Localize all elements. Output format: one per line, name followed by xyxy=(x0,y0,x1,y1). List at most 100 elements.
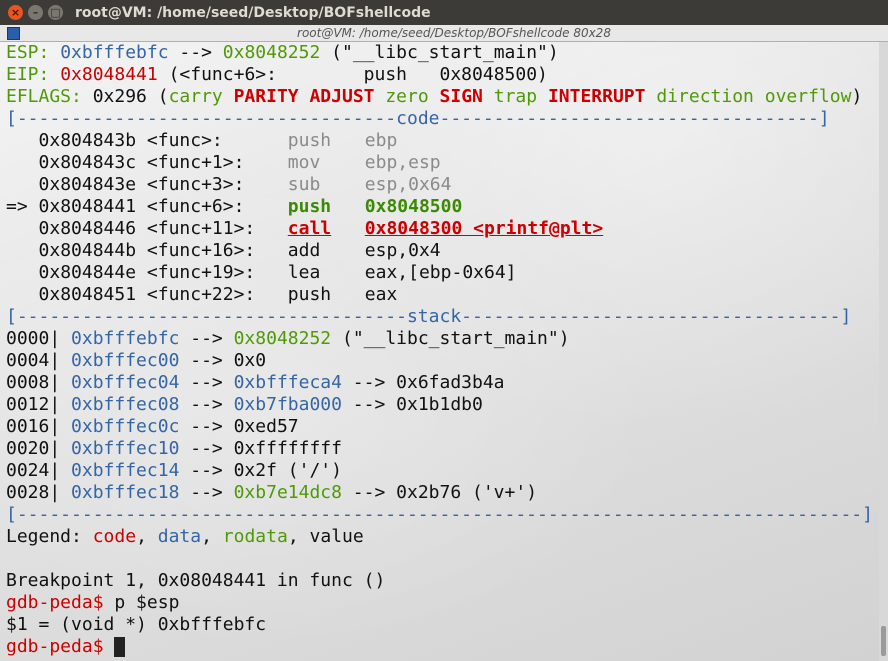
terminal-icon[interactable] xyxy=(7,26,20,40)
command-text: p $esp xyxy=(103,592,180,613)
command-line-2[interactable]: gdb-peda$ xyxy=(0,636,879,658)
disasm-opcode: add xyxy=(287,240,321,261)
stack-offset: 0000| xyxy=(6,328,61,349)
disasm-opcode: sub xyxy=(287,174,321,195)
disasm-address: 0x8048446 xyxy=(38,218,137,239)
stack-value: 0x0 xyxy=(233,350,267,371)
disasm-line: 0x804843e <func+3>: sub esp,0x64 xyxy=(0,174,879,196)
disasm-marker xyxy=(6,218,39,239)
stack-value: 0x2f ('/') xyxy=(233,460,342,481)
eflags-value: 0x296 ( xyxy=(81,86,169,107)
disasm-args: ebp,esp xyxy=(364,152,441,173)
minimize-icon: – xyxy=(32,6,39,19)
code-lines: 0x804843b <func>: push ebp 0x804843c <fun… xyxy=(0,130,879,306)
stack-value: 0x8048252 xyxy=(233,328,332,349)
stack-arrow: --> xyxy=(179,438,234,459)
stack-arrow: --> xyxy=(179,460,234,481)
terminal-header: root@VM: /home/seed/Desktop/BOFshellcode… xyxy=(0,25,888,42)
eflag-direction: direction xyxy=(656,86,754,107)
stack-value: 0xffffffff xyxy=(233,438,342,459)
stack-arrow: --> xyxy=(179,482,234,503)
stack-value: 0xbfffeca4 xyxy=(233,372,342,393)
eflag-overflow: overflow xyxy=(764,86,852,107)
stack-value: 0xed57 xyxy=(233,416,299,437)
esp-label: ESP: xyxy=(6,42,50,63)
stack-offset: 0020| xyxy=(6,438,61,459)
terminal-output[interactable]: ESP: 0xbfffebfc --> 0x8048252 ("__libc_s… xyxy=(0,42,879,661)
disasm-opcode: call xyxy=(287,218,332,239)
disasm-args: eax,[ebp-0x64] xyxy=(364,262,517,283)
disasm-args: 0x8048500 xyxy=(364,196,463,217)
legend-rodata: rodata xyxy=(222,526,288,547)
disasm-symbol: <func+11>: xyxy=(136,218,288,239)
stack-arrow: --> xyxy=(179,416,234,437)
disasm-symbol: <func>: xyxy=(136,130,288,151)
stack-offset: 0024| xyxy=(6,460,61,481)
disasm-line: 0x8048446 <func+11>: call 0x8048300 <prin… xyxy=(0,218,879,240)
stack-row: 0012| 0xbfffec08 --> 0xb7fba000 --> 0x1b… xyxy=(0,394,879,416)
scrollbar-thumb[interactable] xyxy=(881,626,886,656)
stack-address: 0xbfffec0c xyxy=(71,416,180,437)
eflags-flags: carry PARITY ADJUST zero SIGN trap INTER… xyxy=(169,86,852,107)
disasm-marker: => xyxy=(6,196,39,217)
eflag-carry: carry xyxy=(168,86,223,107)
disasm-args: eax xyxy=(364,284,398,305)
eflag-zero: zero xyxy=(385,86,429,107)
stack-row: 0020| 0xbfffec10 --> 0xffffffff xyxy=(0,438,879,460)
stack-offset: 0028| xyxy=(6,482,61,503)
command-input[interactable] xyxy=(104,636,115,657)
text-cursor xyxy=(114,637,126,657)
legend-value: value xyxy=(309,526,364,547)
disasm-address: 0x804843b xyxy=(38,130,137,151)
disasm-marker xyxy=(6,240,39,261)
stack-section-divider: [------------------------------------sta… xyxy=(0,306,879,328)
disasm-marker xyxy=(6,262,39,283)
close-window-button[interactable]: × xyxy=(8,5,23,20)
stack-divider-right: -----------------------------------] xyxy=(461,306,852,327)
terminal-scrollbar[interactable] xyxy=(879,42,888,661)
disasm-marker xyxy=(6,284,39,305)
disasm-opcode: lea xyxy=(287,262,321,283)
stack-row: 0016| 0xbfffec0c --> 0xed57 xyxy=(0,416,879,438)
legend-sep: , xyxy=(287,526,310,547)
disasm-address: 0x804843e xyxy=(38,174,137,195)
stack-arrow: --> xyxy=(179,372,234,393)
maximize-window-button[interactable]: □ xyxy=(48,5,63,20)
command-line-1: gdb-peda$ p $esp xyxy=(0,592,879,614)
stack-address: 0xbfffec04 xyxy=(71,372,180,393)
stack-offset: 0016| xyxy=(6,416,61,437)
esp-arrow: --> xyxy=(168,42,223,63)
window-title: root@VM: /home/seed/Desktop/BOFshellcode xyxy=(75,4,431,21)
disasm-address: 0x8048441 xyxy=(38,196,137,217)
stack-rows: 0000| 0xbfffebfc --> 0x8048252 ("__libc_… xyxy=(0,328,879,504)
disasm-opcode: push xyxy=(287,196,332,217)
disasm-opcode: mov xyxy=(287,152,321,173)
code-divider-right: -----------------------------------] xyxy=(439,108,830,129)
code-section-label: code xyxy=(396,108,440,129)
eflags-close: ) xyxy=(851,86,863,107)
stack-arrow: --> xyxy=(179,350,234,371)
disasm-symbol: <func+6>: xyxy=(136,196,288,217)
window-title-bar: × – □ root@VM: /home/seed/Desktop/BOFshe… xyxy=(0,0,888,25)
bottom-divider: [---------------------------------------… xyxy=(6,504,873,525)
disasm-line: 0x804844b <func+16>: add esp,0x4 xyxy=(0,240,879,262)
code-divider-left: [----------------------------------- xyxy=(6,108,397,129)
stack-row: 0000| 0xbfffebfc --> 0x8048252 ("__libc_… xyxy=(0,328,879,350)
code-section-divider: [-----------------------------------code… xyxy=(0,108,879,130)
disasm-marker xyxy=(6,152,39,173)
disasm-line: => 0x8048441 <func+6>: push 0x8048500 xyxy=(0,196,879,218)
minimize-window-button[interactable]: – xyxy=(28,5,43,20)
stack-row: 0024| 0xbfffec14 --> 0x2f ('/') xyxy=(0,460,879,482)
stack-rest: --> 0x2b76 ('v+') xyxy=(341,482,538,503)
disasm-symbol: <func+22>: xyxy=(136,284,288,305)
legend-sep: , xyxy=(201,526,223,547)
stack-address: 0xbfffebfc xyxy=(71,328,180,349)
disasm-address: 0x804844e xyxy=(38,262,137,283)
disasm-opcode: push xyxy=(287,130,332,151)
stack-divider-left: [------------------------------------ xyxy=(6,306,407,327)
disasm-symbol: <func+1>: xyxy=(136,152,288,173)
stack-value: 0xb7e14dc8 xyxy=(233,482,342,503)
disasm-address: 0x804844b xyxy=(38,240,137,261)
disasm-args: esp,0x64 xyxy=(364,174,452,195)
stack-offset: 0008| xyxy=(6,372,61,393)
